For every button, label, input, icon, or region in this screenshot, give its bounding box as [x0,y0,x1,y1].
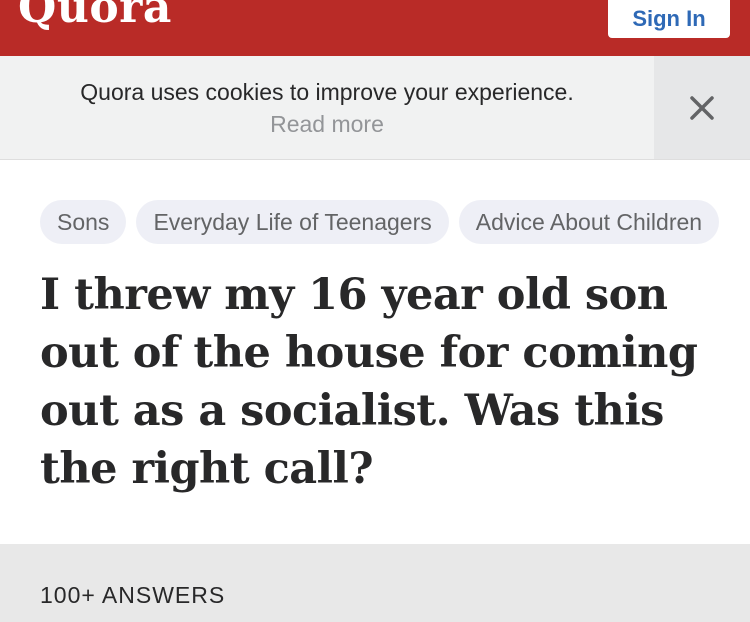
answers-count: 100+ ANSWERS [40,582,226,608]
quora-logo[interactable]: Quora [18,0,172,30]
sign-in-button[interactable]: Sign In [608,0,730,38]
cookie-close-button[interactable] [654,56,750,159]
header: Quora Sign In [0,0,750,56]
topic-sons[interactable]: Sons [40,200,127,244]
page: Quora Sign In Quora uses cookies to impr… [0,0,750,622]
read-more-link[interactable]: Read more [0,110,654,138]
topic-list: Sons Everyday Life of Teenagers Advice A… [40,200,720,244]
answers-bar: 100+ ANSWERS [0,544,750,622]
close-icon [690,95,714,120]
cookie-message: Quora uses cookies to improve your exper… [80,79,574,105]
question-title: I threw my 16 year old son out of the ho… [40,270,698,494]
cookie-banner: Quora uses cookies to improve your exper… [0,56,750,160]
topic-advice-about-children[interactable]: Advice About Children [458,200,720,244]
topic-everyday-life-of-teenagers[interactable]: Everyday Life of Teenagers [136,200,449,244]
